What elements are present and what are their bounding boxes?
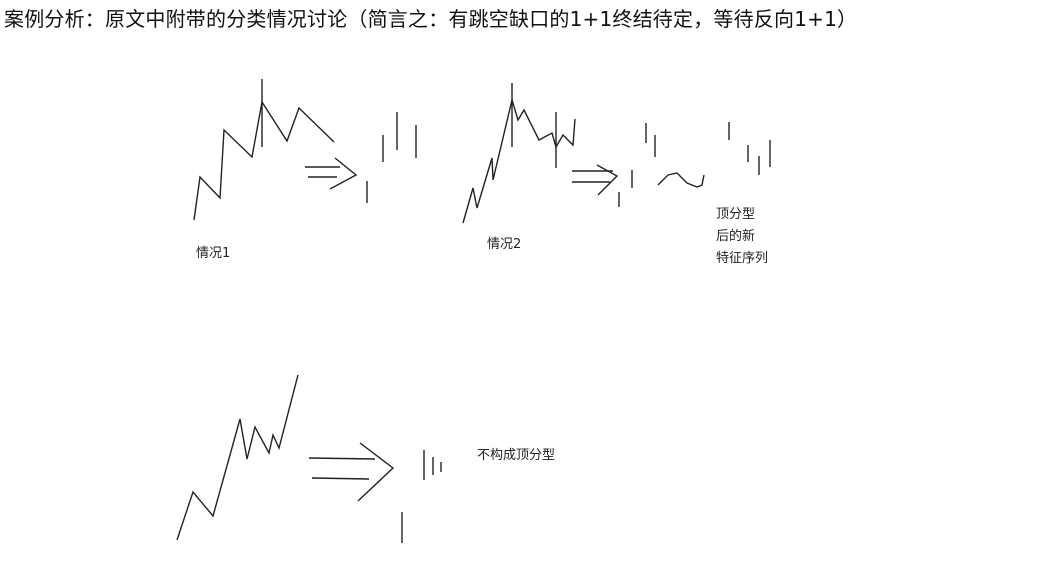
case2-note-line1: 顶分型 — [716, 207, 755, 222]
case2-wave — [657, 172, 705, 188]
case1-arrow — [305, 157, 358, 190]
case1-price-stroke — [193, 100, 335, 221]
case2-price-stroke — [462, 97, 576, 224]
diagram-canvas: 情况1 情况2 顶分型 后的新 特征序列 不构成顶分型 — [176, 79, 771, 543]
case1-label: 情况1 — [196, 246, 230, 261]
case1-diagram: 情况1 — [193, 79, 417, 261]
case2-note-line2: 后的新 — [716, 228, 755, 244]
case2-note-line3: 特征序列 — [716, 251, 768, 266]
case3-arrow — [308, 442, 395, 502]
case2-diagram: 情况2 顶分型 后的新 特征序列 — [462, 83, 771, 266]
case1-feature-bars — [366, 112, 417, 203]
case3-diagram: 不构成顶分型 — [176, 374, 555, 543]
case2-feature-bars — [618, 123, 656, 207]
case3-feature-bars — [401, 450, 442, 543]
case3-price-stroke — [176, 374, 299, 541]
case3-note: 不构成顶分型 — [477, 448, 555, 463]
case2-arrow — [572, 164, 619, 196]
case2-label: 情况2 — [487, 237, 521, 252]
case2-new-feature-bars — [728, 122, 771, 175]
